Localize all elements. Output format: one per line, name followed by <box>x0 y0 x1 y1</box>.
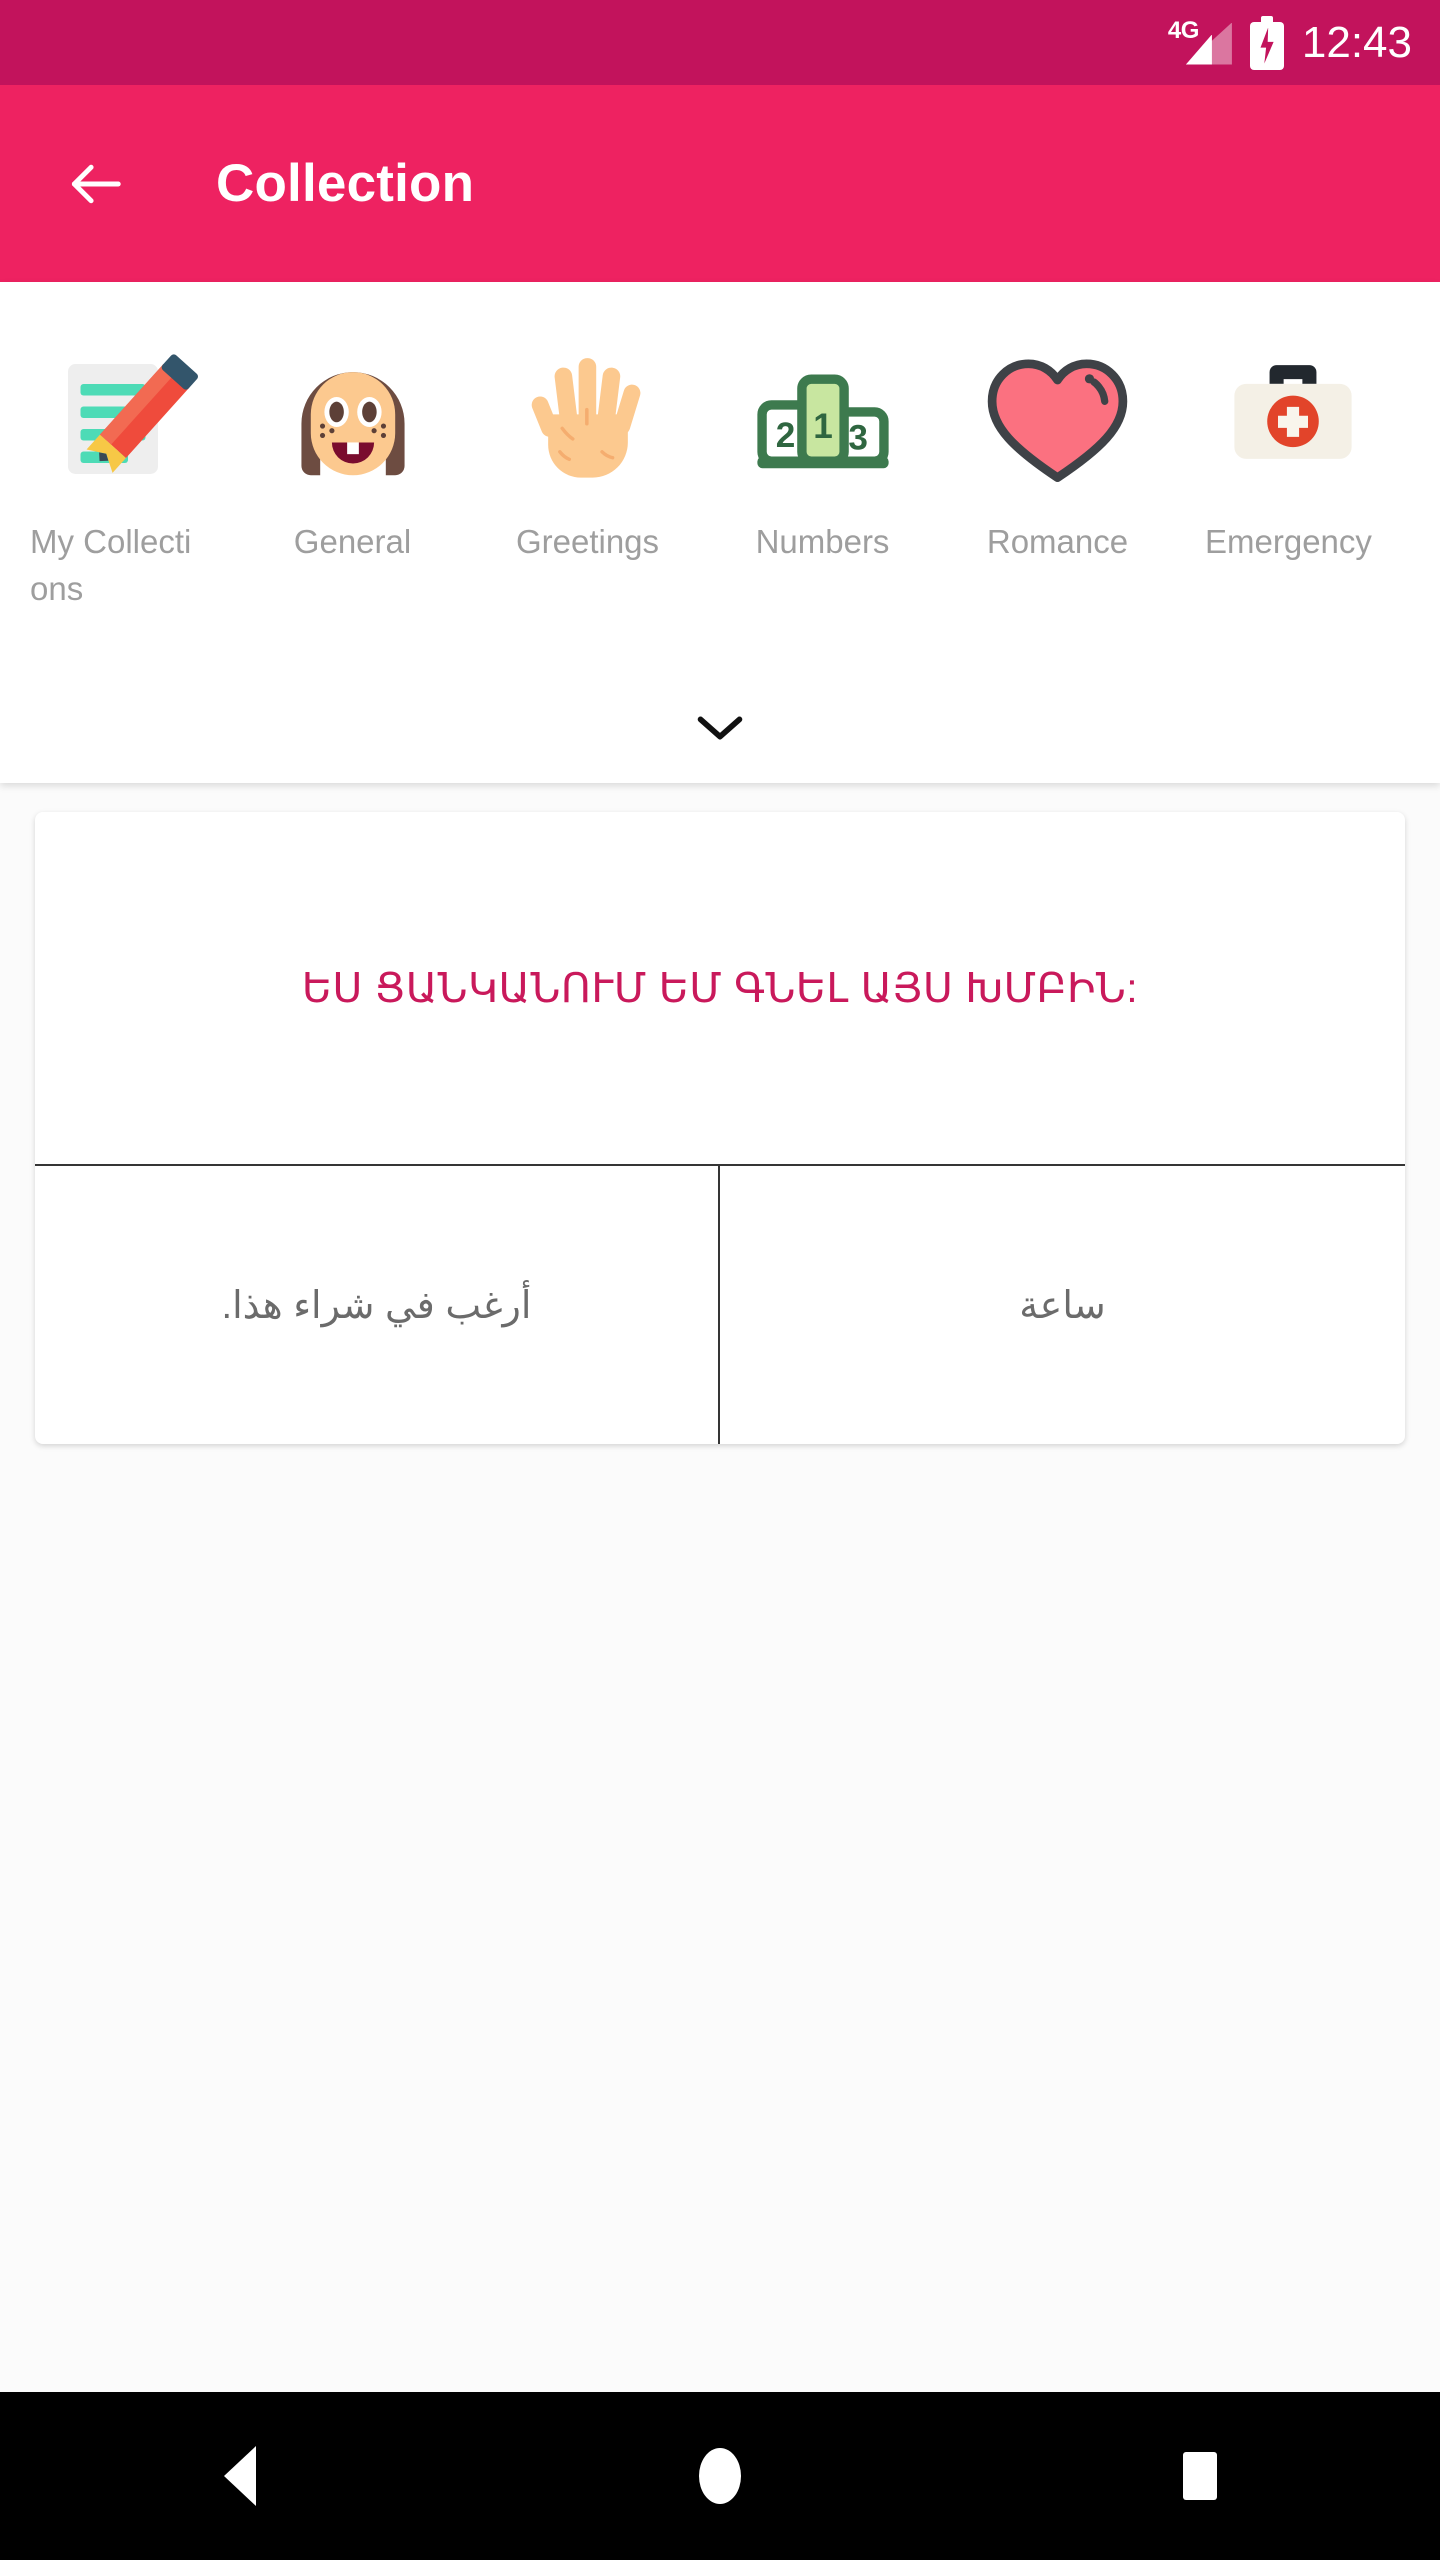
svg-text:1: 1 <box>813 407 833 446</box>
nav-home-button[interactable] <box>480 2392 960 2560</box>
raised-hand-icon <box>497 328 679 510</box>
nav-home-circle-icon <box>699 2448 741 2504</box>
girl-face-icon <box>262 328 444 510</box>
translation-cell-left[interactable]: أرغب في شراء هذا. <box>35 1166 718 1444</box>
android-navigation-bar <box>0 2392 1440 2560</box>
category-item-romance[interactable]: Romance <box>940 300 1175 565</box>
network-type-label: 4G <box>1167 16 1200 44</box>
nav-back-triangle-icon <box>224 2446 256 2506</box>
chevron-down-icon[interactable] <box>675 693 765 763</box>
phrase-main-row[interactable]: ԵՍ ՑԱՆԿԱՆՈՒՄ ԵՄ ԳՆԵԼ ԱՅՍ ԽՄԲԻՆ: <box>35 812 1405 1164</box>
battery-charging-icon <box>1249 15 1284 70</box>
nav-recents-square-icon <box>1183 2452 1217 2500</box>
back-arrow-icon[interactable] <box>62 151 128 217</box>
nav-recents-button[interactable] <box>960 2392 1440 2560</box>
category-label: Greetings <box>515 523 660 560</box>
category-label: General <box>293 523 412 560</box>
first-aid-kit-icon <box>1202 328 1384 510</box>
svg-text:2: 2 <box>775 416 795 455</box>
category-item-general[interactable]: General <box>235 300 470 565</box>
svg-text:3: 3 <box>848 418 868 457</box>
status-bar-clock: 12:43 <box>1301 17 1412 67</box>
category-item-my-collections[interactable]: My Collections <box>0 300 235 612</box>
phrase-card[interactable]: ԵՍ ՑԱՆԿԱՆՈՒՄ ԵՄ ԳՆԵԼ ԱՅՍ ԽՄԲԻՆ: أرغب في … <box>35 812 1405 1444</box>
signal-bars-icon: 4G <box>1168 15 1232 71</box>
category-label: Emergency <box>1205 523 1372 560</box>
page-title: Collection <box>216 154 475 213</box>
translation-cell-right[interactable]: ساعة <box>720 1166 1405 1444</box>
notepad-pencil-icon <box>27 328 209 510</box>
category-item-numbers[interactable]: 2 1 3 Numbers <box>705 300 940 565</box>
heart-icon <box>967 328 1149 510</box>
phrasebook-collection-screen: 4G 12:43 Collection My Collections Gener… <box>0 0 1440 2560</box>
app-bar: Collection <box>0 85 1440 282</box>
category-list: My Collections General Greetings 2 1 3 N… <box>0 300 1440 612</box>
podium-123-icon: 2 1 3 <box>732 328 914 510</box>
status-bar: 4G 12:43 <box>0 0 1440 85</box>
category-item-emergency[interactable]: Emergency <box>1175 300 1410 565</box>
category-label: My Collections <box>30 523 192 607</box>
expand-categories-row <box>0 673 1440 783</box>
category-label: Romance <box>986 523 1129 560</box>
status-bar-indicators: 4G 12:43 <box>1168 15 1412 71</box>
phrase-text: ԵՍ ՑԱՆԿԱՆՈՒՄ ԵՄ ԳՆԵԼ ԱՅՍ ԽՄԲԻՆ: <box>301 965 1139 1011</box>
category-strip-card: My Collections General Greetings 2 1 3 N… <box>0 282 1440 783</box>
category-label: Numbers <box>755 523 890 560</box>
nav-back-button[interactable] <box>0 2392 480 2560</box>
category-item-greetings[interactable]: Greetings <box>470 300 705 565</box>
phrase-translation-row: أرغب في شراء هذا. ساعة <box>35 1166 1405 1444</box>
